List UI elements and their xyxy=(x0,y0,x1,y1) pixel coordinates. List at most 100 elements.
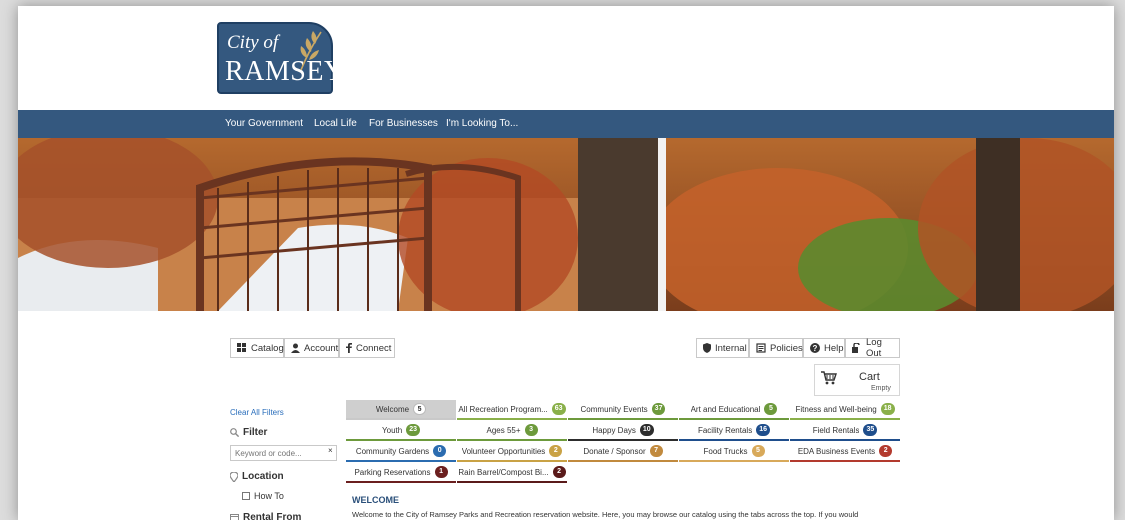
internal-label: Internal xyxy=(715,342,747,354)
tab-count-badge: 2 xyxy=(879,445,893,457)
cart-status: Empty xyxy=(871,385,891,392)
shield-icon xyxy=(703,343,711,353)
cart-widget[interactable]: Cart Empty xyxy=(814,364,900,396)
cart-icon xyxy=(821,371,837,385)
tab-label: Rain Barrel/Compost Bi... xyxy=(458,467,549,477)
tab-facility-rentals[interactable]: Facility Rentals 16 xyxy=(679,421,789,441)
tab-parking-reservations[interactable]: Parking Reservations 1 xyxy=(346,463,456,483)
help-label: Help xyxy=(824,342,844,354)
tab-label: Youth xyxy=(382,425,403,435)
location-option-how-to[interactable]: How To xyxy=(242,491,284,501)
connect-label: Connect xyxy=(356,342,392,354)
tab-label: Ages 55+ xyxy=(486,425,521,435)
document-icon xyxy=(756,343,766,353)
tab-fitness-and-well-being[interactable]: Fitness and Well-being 18 xyxy=(790,400,900,420)
tab-happy-days[interactable]: Happy Days 10 xyxy=(568,421,678,441)
help-button[interactable]: ? Help xyxy=(803,338,845,358)
catalog-button[interactable]: Catalog xyxy=(230,338,284,358)
nav-local-life[interactable]: Local Life xyxy=(314,118,357,129)
tab-community-events[interactable]: Community Events 37 xyxy=(568,400,678,420)
tab-label: Art and Educational xyxy=(690,404,761,414)
tab-donate-sponsor[interactable]: Donate / Sponsor 7 xyxy=(568,442,678,462)
tab-count-badge: 16 xyxy=(756,424,771,436)
calendar-icon xyxy=(230,514,239,520)
internal-button[interactable]: Internal xyxy=(696,338,749,358)
tab-count-badge: 23 xyxy=(406,424,420,436)
search-icon xyxy=(230,428,239,437)
question-icon: ? xyxy=(810,343,820,353)
tab-count-badge: 10 xyxy=(639,424,654,436)
rental-from-heading: Rental From xyxy=(230,512,301,520)
tab-label: EDA Business Events xyxy=(797,446,876,456)
main-nav: Your Government Local Life For Businesse… xyxy=(18,110,1114,138)
catalog-content: Catalog Account Connect Internal Policie… xyxy=(18,311,1114,520)
user-icon xyxy=(291,343,300,353)
tab-label: Parking Reservations xyxy=(354,467,431,477)
tab-label: Happy Days xyxy=(592,425,636,435)
header: City of RAMSEY xyxy=(18,6,1114,110)
tab-eda-business-events[interactable]: EDA Business Events 2 xyxy=(790,442,900,462)
tab-community-gardens[interactable]: Community Gardens 0 xyxy=(346,442,456,462)
clear-search-icon[interactable]: × xyxy=(328,446,333,455)
tab-all-recreation-program[interactable]: All Recreation Program... 63 xyxy=(457,400,567,420)
tab-youth[interactable]: Youth 23 xyxy=(346,421,456,441)
grid-icon xyxy=(237,343,246,352)
how-to-label: How To xyxy=(254,491,284,501)
tab-label: Volunteer Opportunities xyxy=(461,446,546,456)
nav-for-businesses[interactable]: For Businesses xyxy=(369,118,438,129)
nav-looking-to[interactable]: I'm Looking To... xyxy=(446,118,518,129)
rental-from-label: Rental From xyxy=(243,512,302,520)
policies-button[interactable]: Policies xyxy=(749,338,803,358)
how-to-checkbox[interactable] xyxy=(242,492,250,500)
tab-field-rentals[interactable]: Field Rentals 35 xyxy=(790,421,900,441)
keyword-search-input[interactable] xyxy=(230,445,337,461)
logout-icon xyxy=(852,343,860,353)
logout-button[interactable]: Log Out xyxy=(845,337,900,359)
svg-text:?: ? xyxy=(813,344,818,353)
welcome-title: WELCOME xyxy=(352,495,399,505)
tab-count-badge: 3 xyxy=(524,424,538,436)
wheat-icon xyxy=(300,31,322,71)
filter-heading: Filter xyxy=(230,427,267,438)
tab-count-badge: 5 xyxy=(413,403,427,415)
tab-count-badge: 2 xyxy=(552,466,566,478)
tab-label: Food Trucks xyxy=(703,446,748,456)
tab-rain-barrel-compost-bi[interactable]: Rain Barrel/Compost Bi... 2 xyxy=(457,463,567,483)
filter-heading-label: Filter xyxy=(243,427,268,438)
location-pin-icon xyxy=(230,471,238,482)
policies-label: Policies xyxy=(770,342,803,354)
tab-art-and-educational[interactable]: Art and Educational 5 xyxy=(679,400,789,420)
logo-line2: RAMSEY xyxy=(225,56,345,87)
account-label: Account xyxy=(304,342,339,354)
connect-button[interactable]: Connect xyxy=(339,338,395,358)
city-logo[interactable]: City of RAMSEY xyxy=(217,22,344,94)
hero-banner-image xyxy=(18,138,1114,311)
welcome-text: Welcome to the City of Ramsey Parks and … xyxy=(352,510,859,519)
tab-label: Donate / Sponsor xyxy=(583,446,646,456)
tab-label: Facility Rentals xyxy=(697,425,753,435)
logo-line1: City of xyxy=(227,32,279,53)
tab-count-badge: 1 xyxy=(434,466,448,478)
tab-count-badge: 37 xyxy=(651,403,666,415)
cart-label: Cart xyxy=(859,371,880,383)
tab-volunteer-opportunities[interactable]: Volunteer Opportunities 2 xyxy=(457,442,567,462)
tab-count-badge: 63 xyxy=(551,403,566,415)
tab-label: Fitness and Well-being xyxy=(795,404,877,414)
browser-page: City of RAMSEY Your Government Local Lif… xyxy=(18,6,1114,520)
account-button[interactable]: Account xyxy=(284,338,339,358)
tab-food-trucks[interactable]: Food Trucks 5 xyxy=(679,442,789,462)
tab-label: Welcome xyxy=(375,404,410,414)
logout-label: Log Out xyxy=(866,337,882,359)
tab-label: Field Rentals xyxy=(812,425,860,435)
tab-label: Community Events xyxy=(580,404,648,414)
tab-count-badge: 0 xyxy=(433,445,447,457)
tab-ages-55[interactable]: Ages 55+ 3 xyxy=(457,421,567,441)
tab-count-badge: 5 xyxy=(764,403,778,415)
tab-count-badge: 7 xyxy=(649,445,663,457)
location-heading-label: Location xyxy=(242,471,284,482)
location-heading: Location xyxy=(230,471,284,482)
nav-your-government[interactable]: Your Government xyxy=(225,118,303,129)
tab-count-badge: 35 xyxy=(863,424,878,436)
tab-welcome[interactable]: Welcome 5 xyxy=(346,400,456,420)
clear-all-filters-link[interactable]: Clear All Filters xyxy=(230,408,284,417)
